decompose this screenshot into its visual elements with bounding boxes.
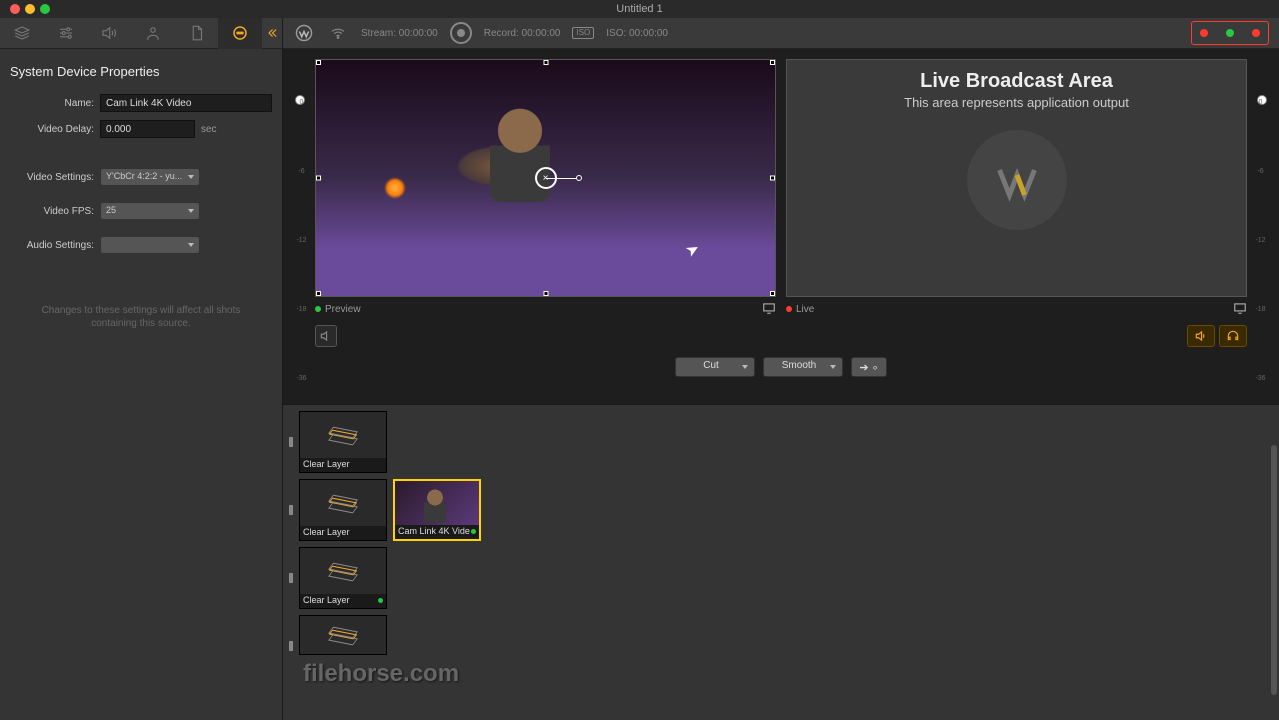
select-fps[interactable]: 25 — [100, 202, 200, 220]
shot-label: Cam Link 4K Vide — [395, 525, 479, 539]
status-indicator — [1191, 21, 1269, 45]
shot-label: Clear Layer — [300, 458, 386, 472]
shot-clear-layer[interactable]: Clear Layer — [299, 479, 387, 541]
row-delay: Video Delay: sec — [10, 120, 272, 138]
layer-handle[interactable] — [289, 505, 293, 515]
iso-label: ISO: 00:00:00 — [606, 28, 668, 39]
record-label: Record: 00:00:00 — [484, 28, 561, 39]
stream-label: Stream: 00:00:00 — [361, 28, 438, 39]
layer-handle[interactable] — [289, 437, 293, 447]
panel-title: System Device Properties — [10, 64, 272, 79]
minimize-window[interactable] — [25, 4, 35, 14]
select-asettings[interactable] — [100, 236, 200, 254]
row-fps: Video FPS: 25 — [10, 202, 272, 220]
status-dot-red — [1200, 29, 1208, 37]
right-content: Stream: 00:00:00 Record: 00:00:00 ISO IS… — [283, 18, 1279, 720]
preview-canvas[interactable]: × ➤ — [315, 59, 776, 297]
layer-row-1[interactable]: Clear Layer — [289, 411, 1273, 473]
live-headphones-button[interactable] — [1219, 325, 1247, 347]
traffic-lights — [10, 4, 50, 14]
layers-tab[interactable] — [0, 18, 44, 49]
document-tab[interactable] — [175, 18, 219, 49]
status-dot-red2 — [1252, 29, 1260, 37]
properties-panel: System Device Properties Name: Video Del… — [0, 49, 282, 345]
preview-monitor-icon[interactable] — [762, 302, 776, 317]
shot-clear-layer[interactable]: Clear Layer — [299, 411, 387, 473]
label-delay: Video Delay: — [10, 124, 100, 135]
shot-clear-layer[interactable] — [299, 615, 387, 655]
live-logo-icon — [967, 130, 1067, 230]
audio-meter-right: 0 -6 -12 -18 -36 — [1252, 59, 1269, 404]
shot-label: Clear Layer — [300, 594, 386, 608]
input-name[interactable] — [100, 94, 272, 112]
layer-handle[interactable] — [289, 573, 293, 583]
video-column: × ➤ Live Broadcast Area This area repres… — [315, 59, 1247, 404]
live-title: Live Broadcast Area — [920, 70, 1113, 93]
main: System Device Properties Name: Video Del… — [0, 18, 1279, 720]
iso-badge[interactable]: ISO — [572, 27, 594, 39]
layer-row-2[interactable]: Clear Layer Cam Link 4K Vide — [289, 479, 1273, 541]
watermark: filehorse.com — [303, 660, 459, 688]
row-asettings: Audio Settings: — [10, 236, 272, 254]
transition-bar: Cut Smooth ➔ ∘ — [315, 350, 1247, 380]
inspector-tabs — [0, 18, 282, 49]
shot-clear-layer[interactable]: Clear Layer — [299, 547, 387, 609]
label-name: Name: — [10, 98, 100, 109]
person-tab[interactable] — [131, 18, 175, 49]
top-toolbar: Stream: 00:00:00 Record: 00:00:00 ISO IS… — [283, 18, 1279, 49]
live-dot — [786, 306, 792, 312]
window-title: Untitled 1 — [616, 3, 662, 15]
input-delay[interactable] — [100, 120, 195, 138]
row-name: Name: — [10, 94, 272, 112]
layer-handle[interactable] — [289, 641, 293, 651]
row-vsettings: Video Settings: Y'CbCr 4:2:2 - yu... — [10, 168, 272, 186]
live-label: Live — [796, 304, 1233, 315]
preview-label: Preview — [325, 304, 762, 315]
monitor-controls-row — [315, 318, 1247, 350]
select-vsettings[interactable]: Y'CbCr 4:2:2 - yu... — [100, 168, 200, 186]
collapse-panel-icon[interactable] — [262, 18, 282, 49]
transition-go-button[interactable]: ➔ ∘ — [851, 357, 887, 377]
layer-row-4[interactable] — [289, 615, 1273, 655]
record-button[interactable] — [450, 22, 472, 44]
layer-row-3[interactable]: Clear Layer — [289, 547, 1273, 609]
video-footer-row: Preview Live — [315, 297, 1247, 318]
live-speaker-button[interactable] — [1187, 325, 1215, 347]
hint-text: Changes to these settings will affect al… — [10, 304, 272, 330]
app-logo-icon — [293, 22, 315, 44]
label-asettings: Audio Settings: — [10, 240, 100, 251]
audio-meter-left: 0 -6 -12 -18 -36 — [293, 59, 310, 404]
layers-area: Clear Layer Clear Layer Cam Link 4K Vide — [283, 404, 1279, 720]
window-titlebar: Untitled 1 — [0, 0, 1279, 18]
preview-dot — [315, 306, 321, 312]
label-vsettings: Video Settings: — [10, 172, 100, 183]
live-subtitle: This area represents application output — [904, 95, 1129, 110]
video-row: × ➤ Live Broadcast Area This area repres… — [315, 59, 1247, 297]
status-dot-green — [1226, 29, 1234, 37]
shot-label: Clear Layer — [300, 526, 386, 540]
close-overlay-icon[interactable]: × — [535, 167, 557, 189]
maximize-window[interactable] — [40, 4, 50, 14]
sliders-tab[interactable] — [44, 18, 88, 49]
preview-live-area: 0 -6 -12 -18 -36 × — [283, 49, 1279, 404]
wifi-icon[interactable] — [327, 22, 349, 44]
preview-mute-button[interactable] — [315, 325, 337, 347]
transition-cut-select[interactable]: Cut — [675, 357, 755, 377]
transition-smooth-select[interactable]: Smooth — [763, 357, 843, 377]
close-window[interactable] — [10, 4, 20, 14]
live-canvas: Live Broadcast Area This area represents… — [786, 59, 1247, 297]
source-properties-tab[interactable] — [218, 18, 262, 49]
shot-camlink[interactable]: Cam Link 4K Vide — [393, 479, 481, 541]
live-monitor-icon[interactable] — [1233, 302, 1247, 317]
scrollbar[interactable] — [1271, 445, 1277, 695]
left-panel: System Device Properties Name: Video Del… — [0, 18, 283, 720]
label-fps: Video FPS: — [10, 206, 100, 217]
suffix-sec: sec — [201, 124, 217, 135]
audio-tab[interactable] — [87, 18, 131, 49]
